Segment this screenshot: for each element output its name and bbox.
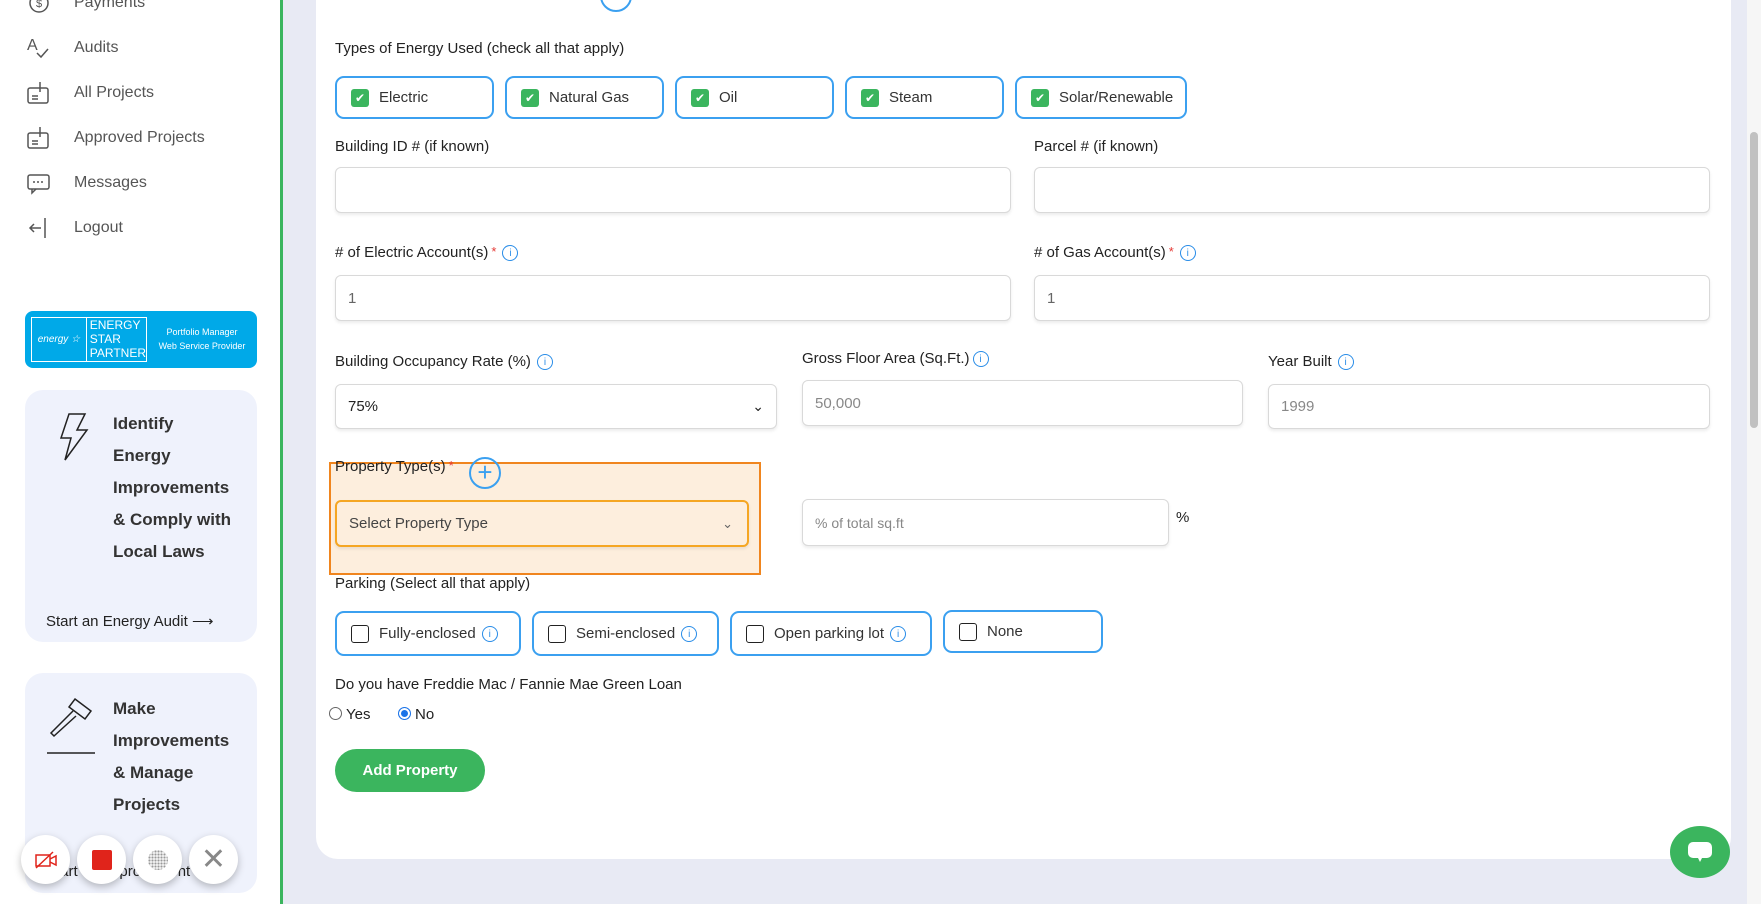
energy-oil-checkbox[interactable]: ✔ Oil (675, 76, 834, 119)
info-icon[interactable]: i (1337, 354, 1354, 371)
energy-star-logo: energy ☆ ENERGY STAR PARTNER (31, 317, 147, 362)
approved-projects-icon (27, 127, 49, 149)
arrow-right-icon: ⟶ (191, 613, 214, 630)
electric-accounts-input[interactable]: 1 (335, 275, 1011, 321)
card-title: Make Improvements & Manage Projects (113, 699, 230, 814)
scrollbar-thumb[interactable] (1750, 132, 1758, 428)
occupancy-select[interactable]: 75% ⌄ (335, 384, 777, 429)
chevron-down-icon: ⌄ (722, 515, 733, 531)
floor-area-input[interactable]: 50,000 (802, 380, 1243, 426)
building-id-label: Building ID # (if known) (335, 138, 490, 155)
chat-icon (1688, 842, 1712, 862)
grid-button[interactable] (133, 835, 182, 884)
sidebar-item-payments[interactable]: $ Payments (25, 0, 145, 18)
parcel-label: Parcel # (if known) (1034, 138, 1159, 155)
sidebar-item-all-projects[interactable]: All Projects (25, 78, 154, 108)
gavel-icon (47, 697, 95, 754)
gas-accounts-input[interactable]: 1 (1034, 275, 1710, 321)
parking-label: Parking (Select all that apply) (335, 575, 531, 592)
close-button[interactable]: ✕ (189, 835, 238, 884)
sidebar-item-audits[interactable]: A Audits (25, 33, 118, 63)
parcel-input[interactable] (1034, 167, 1710, 213)
info-icon[interactable]: i (1179, 245, 1196, 262)
energy-star-badge: energy ☆ ENERGY STAR PARTNER Portfolio Man… (25, 311, 257, 368)
info-icon: i (481, 625, 498, 642)
sidebar-item-logout[interactable]: Logout (25, 213, 123, 243)
checkmark-icon: ✔ (1031, 88, 1049, 107)
green-loan-label: Do you have Freddie Mac / Fannie Mae Gre… (335, 676, 682, 693)
svg-text:$: $ (36, 0, 42, 10)
gas-accounts-label: # of Gas Account(s) * i (1034, 244, 1196, 262)
audits-icon: A (27, 37, 49, 59)
info-icon: i (890, 625, 907, 642)
checkmark-icon: ✔ (351, 88, 369, 107)
sidebar-item-approved-projects[interactable]: Approved Projects (25, 123, 205, 153)
percent-unit: % (1176, 509, 1190, 526)
stop-recording-button[interactable] (77, 835, 126, 884)
close-icon: ✕ (200, 843, 227, 876)
lightning-icon (59, 413, 89, 461)
info-icon[interactable]: i (972, 351, 989, 368)
parking-open-lot-checkbox[interactable]: Open parking lot i (730, 611, 932, 656)
parking-semi-enclosed-checkbox[interactable]: Semi-enclosed i (532, 611, 719, 656)
info-icon[interactable]: i (502, 245, 519, 262)
stop-icon (91, 849, 112, 870)
occupancy-label: Building Occupancy Rate (%) i (335, 353, 553, 371)
property-type-select[interactable]: Select Property Type ⌄ (335, 500, 749, 547)
info-icon: i (681, 625, 698, 642)
payments-icon: $ (29, 0, 49, 13)
parking-fully-enclosed-checkbox[interactable]: Fully-enclosed i (335, 611, 521, 656)
scrollbar-track[interactable] (1747, 0, 1761, 904)
svg-text:A: A (27, 37, 38, 54)
floor-area-label: Gross Floor Area (Sq.Ft.) i (802, 350, 989, 368)
percent-sqft-input[interactable]: % of total sq.ft (802, 499, 1169, 546)
energy-solar-checkbox[interactable]: ✔ Solar/Renewable (1015, 76, 1187, 119)
camera-off-icon (34, 850, 57, 869)
energy-natural-gas-checkbox[interactable]: ✔ Natural Gas (505, 76, 664, 119)
chat-button[interactable] (1670, 826, 1730, 878)
electric-accounts-label: # of Electric Account(s) * i (335, 244, 519, 262)
energy-audit-card: Identify Energy Improvements & Comply with L… (25, 390, 257, 642)
start-energy-audit-link[interactable]: Start an Energy Audit ⟶ (46, 612, 213, 630)
property-form-card (316, 0, 1731, 859)
property-type-label: Property Type(s) * (335, 458, 454, 475)
add-property-button[interactable]: Add Property (335, 749, 485, 792)
green-loan-yes-radio[interactable]: Yes (329, 706, 370, 723)
sidebar-item-messages[interactable]: Messages (25, 168, 147, 198)
messages-icon (27, 174, 50, 195)
chevron-down-icon: ⌄ (752, 398, 764, 414)
energy-electric-checkbox[interactable]: ✔ Electric (335, 76, 494, 119)
checkmark-icon: ✔ (521, 88, 539, 107)
card-title: Identify Energy Improvements & Comply with L… (113, 414, 232, 561)
building-id-input[interactable] (335, 167, 1011, 213)
add-property-type-icon[interactable]: + (469, 457, 501, 489)
camera-off-button[interactable] (21, 835, 70, 884)
logout-icon (28, 218, 46, 238)
sidebar: $ Payments A Audits All Projects Approve… (0, 0, 283, 904)
parking-none-checkbox[interactable]: None (943, 610, 1103, 653)
energy-steam-checkbox[interactable]: ✔ Steam (845, 76, 1004, 119)
dots-grid-icon (147, 849, 168, 870)
info-icon[interactable]: i (536, 354, 553, 371)
year-built-input[interactable]: 1999 (1268, 384, 1710, 429)
checkmark-icon: ✔ (861, 88, 879, 107)
green-loan-no-radio[interactable]: No (398, 706, 434, 723)
year-built-label: Year Built i (1268, 353, 1354, 371)
energy-types-label: Types of Energy Used (check all that app… (335, 40, 625, 57)
checkmark-icon: ✔ (691, 88, 709, 107)
projects-icon (27, 82, 49, 104)
